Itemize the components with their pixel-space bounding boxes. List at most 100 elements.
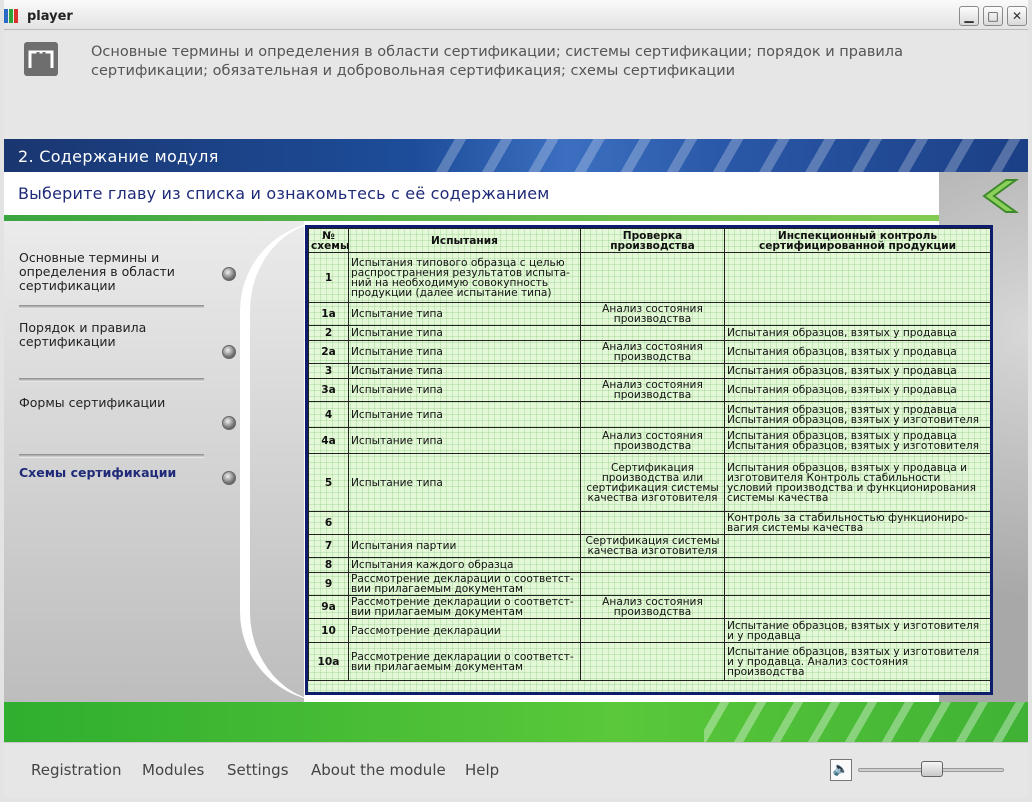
chapter-forms[interactable]: Формы сертификации bbox=[19, 396, 199, 410]
inspection-control-cell bbox=[724, 572, 990, 596]
scheme-number-cell: 3а bbox=[308, 378, 349, 402]
about-module-link[interactable]: About the module bbox=[311, 761, 446, 779]
column-header: Испытания bbox=[348, 228, 581, 253]
section-subtitle: Выберите главу из списка и ознакомьтесь … bbox=[18, 184, 550, 203]
volume-slider[interactable] bbox=[858, 761, 1004, 777]
table-row: 9а Рассмотрение декларации о соответст-ви… bbox=[308, 595, 990, 619]
table-row: 5 Испытание типа Сертификация производства… bbox=[308, 453, 990, 512]
section-title: 2. Содержание модуля bbox=[18, 147, 219, 166]
tests-cell: Испытания каждого образца bbox=[348, 557, 581, 573]
tests-cell: Испытание типа bbox=[348, 401, 581, 428]
column-header: № схемы bbox=[308, 228, 350, 253]
chapter-bullet-icon[interactable] bbox=[222, 471, 236, 485]
scheme-number-cell: 2а bbox=[308, 340, 349, 364]
maximize-icon: □ bbox=[987, 9, 999, 23]
tests-cell: Испытание типа bbox=[348, 378, 581, 402]
scheme-number-cell: 4а bbox=[308, 427, 349, 454]
chapter-bullet-icon[interactable] bbox=[222, 416, 236, 430]
green-band-decoration bbox=[704, 702, 1028, 742]
production-check-cell bbox=[580, 325, 725, 341]
tests-cell: Испытания типового образца с целью распр… bbox=[348, 252, 581, 303]
registration-link[interactable]: Registration bbox=[31, 761, 121, 779]
help-link[interactable]: Help bbox=[465, 761, 499, 779]
inspection-control-cell bbox=[724, 595, 990, 619]
scheme-number-cell: 7 bbox=[308, 534, 349, 558]
chapter-procedure[interactable]: Порядок и правила сертификации bbox=[19, 321, 199, 349]
speaker-icon[interactable]: 🔈 bbox=[830, 759, 852, 781]
inspection-control-cell: Испытания образцов, взятых у продавца bbox=[724, 325, 990, 341]
chapter-bullet-icon[interactable] bbox=[222, 345, 236, 359]
chapter-separator bbox=[19, 378, 204, 382]
player-window: player ▁ □ ✕ Основные термины и определе… bbox=[0, 0, 1032, 802]
scheme-number-cell: 1 bbox=[308, 252, 349, 303]
certification-schemes-table: № схемы Испытания Проверка производства … bbox=[308, 228, 990, 681]
production-check-cell bbox=[580, 401, 725, 428]
production-check-cell: Анализ состояния производства bbox=[580, 427, 725, 454]
chapter-separator bbox=[19, 454, 204, 458]
tests-cell: Испытание типа bbox=[348, 340, 581, 364]
production-check-cell bbox=[580, 511, 725, 535]
scheme-number-cell: 10а bbox=[308, 642, 349, 681]
scheme-number-cell: 4 bbox=[308, 401, 349, 428]
inspection-control-cell: Контроль за стабильностью функциониро-ва… bbox=[724, 511, 990, 535]
scheme-number-cell: 6 bbox=[308, 511, 349, 535]
footer-bar: Registration Modules Settings About the … bbox=[4, 742, 1028, 798]
tests-cell: Испытание типа bbox=[348, 453, 581, 512]
production-check-cell bbox=[580, 642, 725, 681]
inspection-control-cell bbox=[724, 302, 990, 326]
inspection-control-cell: Испытание образцов, взятых у изготовител… bbox=[724, 618, 990, 643]
scheme-number-cell: 1а bbox=[308, 302, 349, 326]
section-bar-decoration bbox=[434, 139, 1028, 172]
inspection-control-cell: Испытания образцов, взятых у продавца Ис… bbox=[724, 401, 990, 428]
table-row: 8 Испытания каждого образца bbox=[308, 557, 990, 573]
table-row: 4а Испытание типа Анализ состояния произво… bbox=[308, 427, 990, 454]
back-arrow-icon[interactable] bbox=[976, 176, 1022, 216]
production-check-cell: Анализ состояния производства bbox=[580, 302, 725, 326]
inspection-control-cell: Испытания образцов, взятых у продавца bbox=[724, 378, 990, 402]
maximize-button[interactable]: □ bbox=[983, 6, 1003, 26]
production-check-cell bbox=[580, 557, 725, 573]
production-check-cell bbox=[580, 618, 725, 643]
table-row: 4 Испытание типа Испытания образцов, взяты… bbox=[308, 401, 990, 428]
tests-cell: Рассмотрение декларации о соответст-вии … bbox=[348, 595, 581, 619]
inspection-control-cell: Испытания образцов, взятых у продавца bbox=[724, 363, 990, 379]
table-row: 9 Рассмотрение декларации о соответст-вии… bbox=[308, 572, 990, 596]
inspection-control-cell bbox=[724, 534, 990, 558]
table-row: 1а Испытание типа Анализ состояния произво… bbox=[308, 302, 990, 326]
volume-slider-knob[interactable] bbox=[921, 761, 943, 777]
settings-link[interactable]: Settings bbox=[227, 761, 289, 779]
column-header: Проверка производства bbox=[580, 228, 725, 253]
scheme-table-panel: № схемы Испытания Проверка производства … bbox=[305, 225, 993, 695]
module-header: Основные термины и определения в области… bbox=[4, 30, 1028, 139]
inspection-control-cell: Испытания образцов, взятых у продавца и … bbox=[724, 453, 990, 512]
chapter-bullet-icon[interactable] bbox=[222, 267, 236, 281]
close-button[interactable]: ✕ bbox=[1007, 6, 1027, 26]
chapter-basic-terms[interactable]: Основные термины и определения в области… bbox=[19, 251, 199, 293]
window-title: player bbox=[27, 9, 73, 24]
production-check-cell: Анализ состояния производства bbox=[580, 595, 725, 619]
scheme-number-cell: 9 bbox=[308, 572, 349, 596]
table-row: 10 Рассмотрение декларации Испытание образ… bbox=[308, 618, 990, 643]
scheme-number-cell: 9а bbox=[308, 595, 349, 619]
table-body: 1 Испытания типового образца с целью расп… bbox=[308, 252, 990, 681]
modules-link[interactable]: Modules bbox=[142, 761, 204, 779]
table-row: 3а Испытание типа Анализ состояния произво… bbox=[308, 378, 990, 402]
scheme-number-cell: 8 bbox=[308, 557, 349, 573]
production-check-cell: Сертификация производства или сертификац… bbox=[580, 453, 725, 512]
table-header-row: № схемы Испытания Проверка производства … bbox=[308, 228, 990, 253]
minimize-button[interactable]: ▁ bbox=[959, 6, 979, 26]
production-check-cell: Анализ состояния производства bbox=[580, 340, 725, 364]
chapter-schemes[interactable]: Схемы сертификации bbox=[19, 466, 199, 480]
scheme-number-cell: 3 bbox=[308, 363, 349, 379]
inspection-control-cell bbox=[724, 252, 990, 303]
inspection-control-cell: Испытания образцов, взятых у продавца Ис… bbox=[724, 427, 990, 454]
inspection-control-cell: Испытание образцов, взятых у изготовител… bbox=[724, 642, 990, 681]
inspection-control-cell bbox=[724, 557, 990, 573]
app-icon bbox=[4, 8, 22, 23]
tests-cell: Рассмотрение декларации bbox=[348, 618, 581, 643]
tests-cell: Рассмотрение декларации о соответст-вии … bbox=[348, 572, 581, 596]
table-row: 3 Испытание типа Испытания образцов, взяты… bbox=[308, 363, 990, 379]
production-check-cell bbox=[580, 363, 725, 379]
scheme-number-cell: 5 bbox=[308, 453, 349, 512]
production-check-cell: Сертификация системы качества изготовите… bbox=[580, 534, 725, 558]
